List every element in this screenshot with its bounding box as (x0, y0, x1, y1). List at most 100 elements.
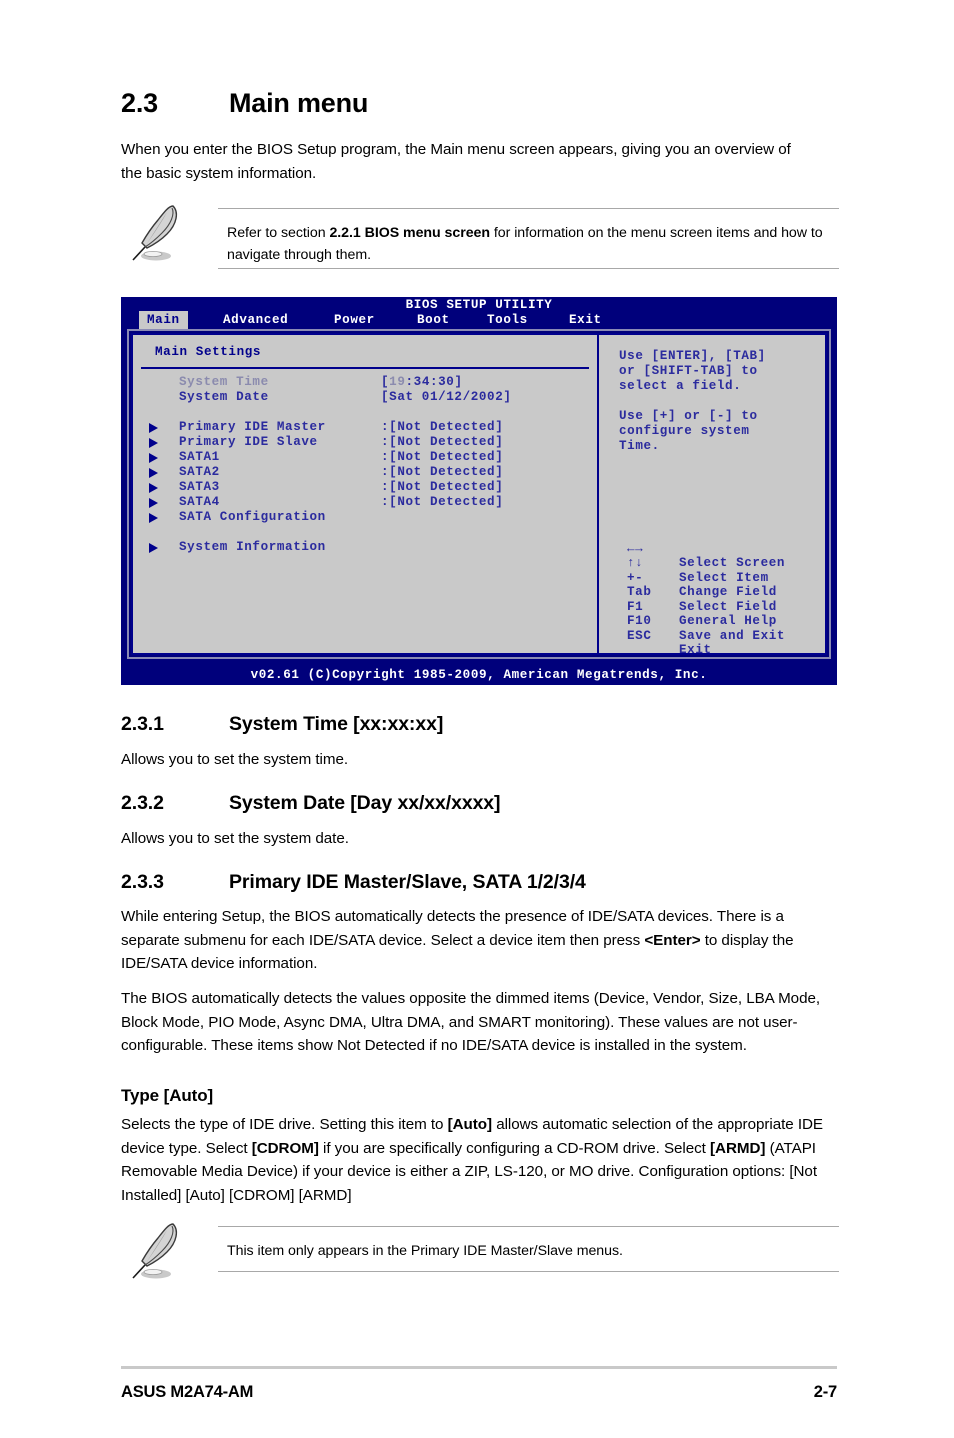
subsection-title: System Date [Day xx/xx/xxxx] (229, 792, 501, 814)
submenu-arrow-icon (149, 543, 158, 553)
type-part-a: Selects the type of IDE drive. Setting t… (121, 1116, 448, 1133)
bios-value-system-time[interactable]: [19:34:30] (381, 375, 463, 389)
bios-panel-divider (141, 367, 589, 369)
bios-row-spacer (133, 405, 597, 420)
note-text-before: Refer to section (227, 225, 330, 241)
bios-value-sata4: :[Not Detected] (381, 495, 504, 509)
quill-pen-icon (132, 205, 178, 261)
note-text-top: Refer to section 2.2.1 BIOS menu screen … (227, 222, 835, 266)
key-esc: ESC (627, 628, 652, 643)
tab-tools[interactable]: Tools (479, 311, 536, 329)
bios-label-system-date: System Date (179, 390, 269, 404)
footer-page-number: 2-7 (813, 1383, 837, 1401)
bios-row-sata-configuration[interactable]: SATA Configuration (133, 510, 597, 525)
section-title: Main menu (229, 88, 369, 118)
page-title: 2.3 Main menu (121, 88, 368, 119)
bios-copyright-footer: v02.61 (C)Copyright 1985-2009, American … (250, 668, 708, 682)
submenu-arrow-icon (149, 453, 158, 463)
subsection-number: 2.3.2 (121, 792, 164, 814)
bios-title: BIOS SETUP UTILITY (405, 298, 553, 312)
key-legend-row: F10 Save and Exit (615, 600, 784, 643)
key-legend-row: F1 General Help (615, 585, 776, 629)
bios-label-system-time: System Time (179, 375, 269, 389)
intro-paragraph: When you enter the BIOS Setup program, t… (121, 141, 791, 182)
heading-type-auto: Type [Auto] (121, 1086, 214, 1105)
key-desc-exit: Exit (679, 643, 712, 657)
bios-value-sata2: :[Not Detected] (381, 465, 504, 479)
section-number: 2.3 (121, 88, 158, 118)
bios-row-system-date[interactable]: System Date [Sat 01/12/2002] (133, 390, 597, 405)
bios-label-sata-configuration: SATA Configuration (179, 510, 326, 524)
bios-label-sata2: SATA2 (179, 465, 220, 479)
bios-label-sata3: SATA3 (179, 480, 220, 494)
subsection-title: Primary IDE Master/Slave, SATA 1/2/3/4 (229, 871, 586, 893)
type-part-e: if you are specifically configuring a CD… (318, 1139, 711, 1157)
heading-2-3-2: 2.3.2 System Date [Day xx/xx/xxxx] (121, 792, 501, 815)
bios-value-system-date[interactable]: [Sat 01/12/2002] (381, 390, 512, 404)
subsection-title: System Time [xx:xx:xx] (229, 713, 444, 735)
tab-exit[interactable]: Exit (561, 311, 610, 329)
note-box-bottom: This item only appears in the Primary ID… (121, 1223, 839, 1279)
submenu-arrow-icon (149, 498, 158, 508)
footer-divider (121, 1366, 837, 1369)
bios-row-primary-ide-slave[interactable]: Primary IDE Slave :[Not Detected] (133, 435, 597, 450)
heading-2-3-3: 2.3.3 Primary IDE Master/Slave, SATA 1/2/… (121, 871, 586, 894)
bios-row-sata2[interactable]: SATA2 :[Not Detected] (133, 465, 597, 480)
note-rule-top (218, 1226, 839, 1227)
note-text-bold: 2.2.1 BIOS menu screen (329, 225, 491, 241)
option-auto: [Auto] (447, 1116, 493, 1133)
bios-panels: Main Settings System Time [19:34:30] Sys… (131, 333, 827, 658)
body-type-auto: Selects the type of IDE drive. Setting t… (121, 1113, 845, 1207)
note-rule-top (218, 208, 839, 209)
subsection-number: 2.3.3 (121, 871, 164, 893)
bios-tab-bar: Main Advanced Power Boot Tools Exit (121, 311, 837, 329)
key-legend-row: ↑↓ Select Item (615, 542, 768, 585)
bios-panel-title: Main Settings (155, 345, 262, 359)
bios-value-primary-ide-slave: :[Not Detected] (381, 435, 504, 449)
note-box-top: Refer to section 2.2.1 BIOS menu screen … (121, 205, 839, 274)
bios-row-primary-ide-master[interactable]: Primary IDE Master :[Not Detected] (133, 420, 597, 435)
bios-label-primary-ide-slave: Primary IDE Slave (179, 435, 318, 449)
note-text-bottom: This item only appears in the Primary ID… (227, 1243, 623, 1259)
bios-time-hours: 19 (389, 375, 406, 389)
footer-product-name: ASUS M2A74-AM (121, 1383, 254, 1401)
bios-label-sata4: SATA4 (179, 495, 220, 509)
quill-pen-icon (132, 1223, 178, 1279)
option-armd: [ARMD] (710, 1139, 766, 1157)
bios-value-primary-ide-master: :[Not Detected] (381, 420, 504, 434)
bios-row-sata4[interactable]: SATA4 :[Not Detected] (133, 495, 597, 510)
bios-row-system-time[interactable]: System Time [19:34:30] (133, 375, 597, 390)
tab-advanced[interactable]: Advanced (215, 311, 296, 329)
body-2-3-1: Allows you to set the system time. (121, 751, 349, 768)
bios-body-frame: Main Settings System Time [19:34:30] Sys… (127, 329, 831, 659)
key-legend-row: ←→ Select Screen (615, 527, 784, 571)
submenu-arrow-icon (149, 423, 158, 433)
key-legend-row: ESC Exit (615, 614, 729, 658)
tab-main[interactable]: Main (139, 311, 188, 329)
bios-row-sata1[interactable]: SATA1 :[Not Detected] (133, 450, 597, 465)
subsection-number: 2.3.1 (121, 713, 164, 735)
submenu-arrow-icon (149, 513, 158, 523)
body-2-3-2: Allows you to set the system date. (121, 830, 349, 847)
submenu-arrow-icon (149, 438, 158, 448)
bios-settings-list: System Time [19:34:30] System Date [Sat … (133, 375, 597, 555)
bios-row-sata3[interactable]: SATA3 :[Not Detected] (133, 480, 597, 495)
document-page: 2.3 Main menu When you enter the BIOS Set… (0, 0, 954, 1438)
bios-label-primary-ide-master: Primary IDE Master (179, 420, 326, 434)
bios-left-panel: Main Settings System Time [19:34:30] Sys… (133, 335, 599, 653)
body-2-3-3-para2: The BIOS automatically detects the value… (121, 990, 821, 1054)
bios-label-sata1: SATA1 (179, 450, 220, 464)
bios-value-sata3: :[Not Detected] (381, 480, 504, 494)
key-legend-row: +- Change Field (615, 556, 776, 600)
bios-help-text: Use [ENTER], [TAB] or [SHIFT-TAB] to sel… (619, 349, 766, 453)
bios-label-system-information: System Information (179, 540, 326, 554)
key-legend-row: Tab Select Field (615, 571, 776, 614)
heading-2-3-1: 2.3.1 System Time [xx:xx:xx] (121, 713, 443, 736)
bios-row-spacer (133, 525, 597, 540)
submenu-arrow-icon (149, 468, 158, 478)
body-2-3-3-para1: While entering Setup, the BIOS automatic… (121, 905, 843, 976)
bios-key-legend: ←→ Select Screen ↑↓ Select Item +- Chang… (615, 527, 784, 658)
tab-boot[interactable]: Boot (409, 311, 458, 329)
bios-row-system-information[interactable]: System Information (133, 540, 597, 555)
tab-power[interactable]: Power (326, 311, 383, 329)
